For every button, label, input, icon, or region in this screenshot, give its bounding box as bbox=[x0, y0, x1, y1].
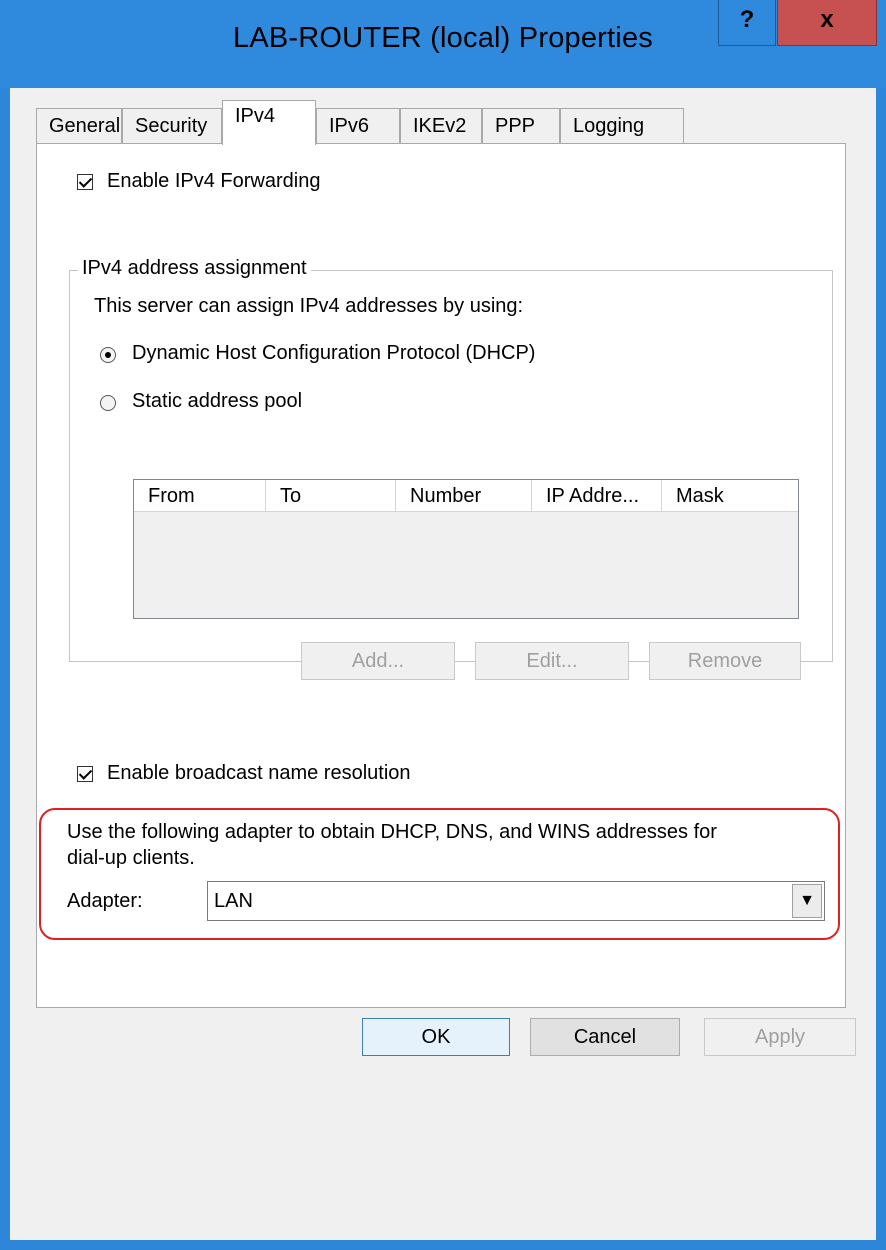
column-header-ip-address[interactable]: IP Addre... bbox=[532, 480, 662, 512]
remove-button[interactable]: Remove bbox=[649, 642, 801, 680]
ipv4-tab-panel: Enable IPv4 Forwarding IPv4 address assi… bbox=[36, 143, 846, 1008]
tab-security[interactable]: Security bbox=[122, 108, 222, 144]
broadcast-name-resolution-checkbox[interactable] bbox=[77, 766, 93, 782]
tab-ppp[interactable]: PPP bbox=[482, 108, 560, 144]
adapter-label: Adapter: bbox=[67, 890, 143, 912]
adapter-select-value: LAN bbox=[214, 890, 253, 912]
dialog-frame: LAB-ROUTER (local) Properties ? x Genera… bbox=[0, 0, 886, 1250]
tab-general[interactable]: General bbox=[36, 108, 122, 144]
cancel-button[interactable]: Cancel bbox=[530, 1018, 680, 1056]
static-pool-list[interactable]: From To Number IP Addre... Mask bbox=[133, 479, 799, 619]
assignment-description: This server can assign IPv4 addresses by… bbox=[94, 295, 524, 317]
ok-button[interactable]: OK bbox=[362, 1018, 510, 1056]
dialog-body: General Security IPv4 IPv6 IKEv2 PPP Log… bbox=[10, 88, 876, 1240]
apply-button[interactable]: Apply bbox=[704, 1018, 856, 1056]
chevron-down-icon[interactable]: ▼ bbox=[792, 884, 822, 918]
tab-ikev2[interactable]: IKEv2 bbox=[400, 108, 482, 144]
add-button[interactable]: Add... bbox=[301, 642, 455, 680]
enable-ipv4-forwarding-checkbox[interactable] bbox=[77, 174, 93, 190]
tab-ipv4[interactable]: IPv4 bbox=[222, 100, 316, 145]
edit-button[interactable]: Edit... bbox=[475, 642, 629, 680]
static-pool-radio-label: Static address pool bbox=[132, 390, 303, 412]
static-pool-radio[interactable] bbox=[100, 395, 116, 411]
group-title: IPv4 address assignment bbox=[78, 257, 311, 280]
static-pool-list-body bbox=[134, 512, 798, 618]
column-header-from[interactable]: From bbox=[134, 480, 266, 512]
enable-ipv4-forwarding-label: Enable IPv4 Forwarding bbox=[107, 170, 321, 192]
column-header-number[interactable]: Number bbox=[396, 480, 532, 512]
column-header-to[interactable]: To bbox=[266, 480, 396, 512]
dhcp-radio[interactable] bbox=[100, 347, 116, 363]
tab-logging[interactable]: Logging bbox=[560, 108, 684, 144]
adapter-select[interactable]: LAN ▼ bbox=[207, 881, 825, 921]
adapter-description-line-2: dial-up clients. bbox=[67, 847, 195, 869]
help-button[interactable]: ? bbox=[718, 0, 776, 46]
close-button[interactable]: x bbox=[777, 0, 877, 46]
title-bar[interactable]: LAB-ROUTER (local) Properties ? x bbox=[0, 0, 886, 88]
broadcast-name-resolution-label: Enable broadcast name resolution bbox=[107, 762, 411, 784]
tab-ipv6[interactable]: IPv6 bbox=[316, 108, 400, 144]
adapter-description-line-1: Use the following adapter to obtain DHCP… bbox=[67, 821, 717, 843]
column-header-mask[interactable]: Mask bbox=[662, 480, 798, 512]
dhcp-radio-label: Dynamic Host Configuration Protocol (DHC… bbox=[132, 342, 536, 364]
